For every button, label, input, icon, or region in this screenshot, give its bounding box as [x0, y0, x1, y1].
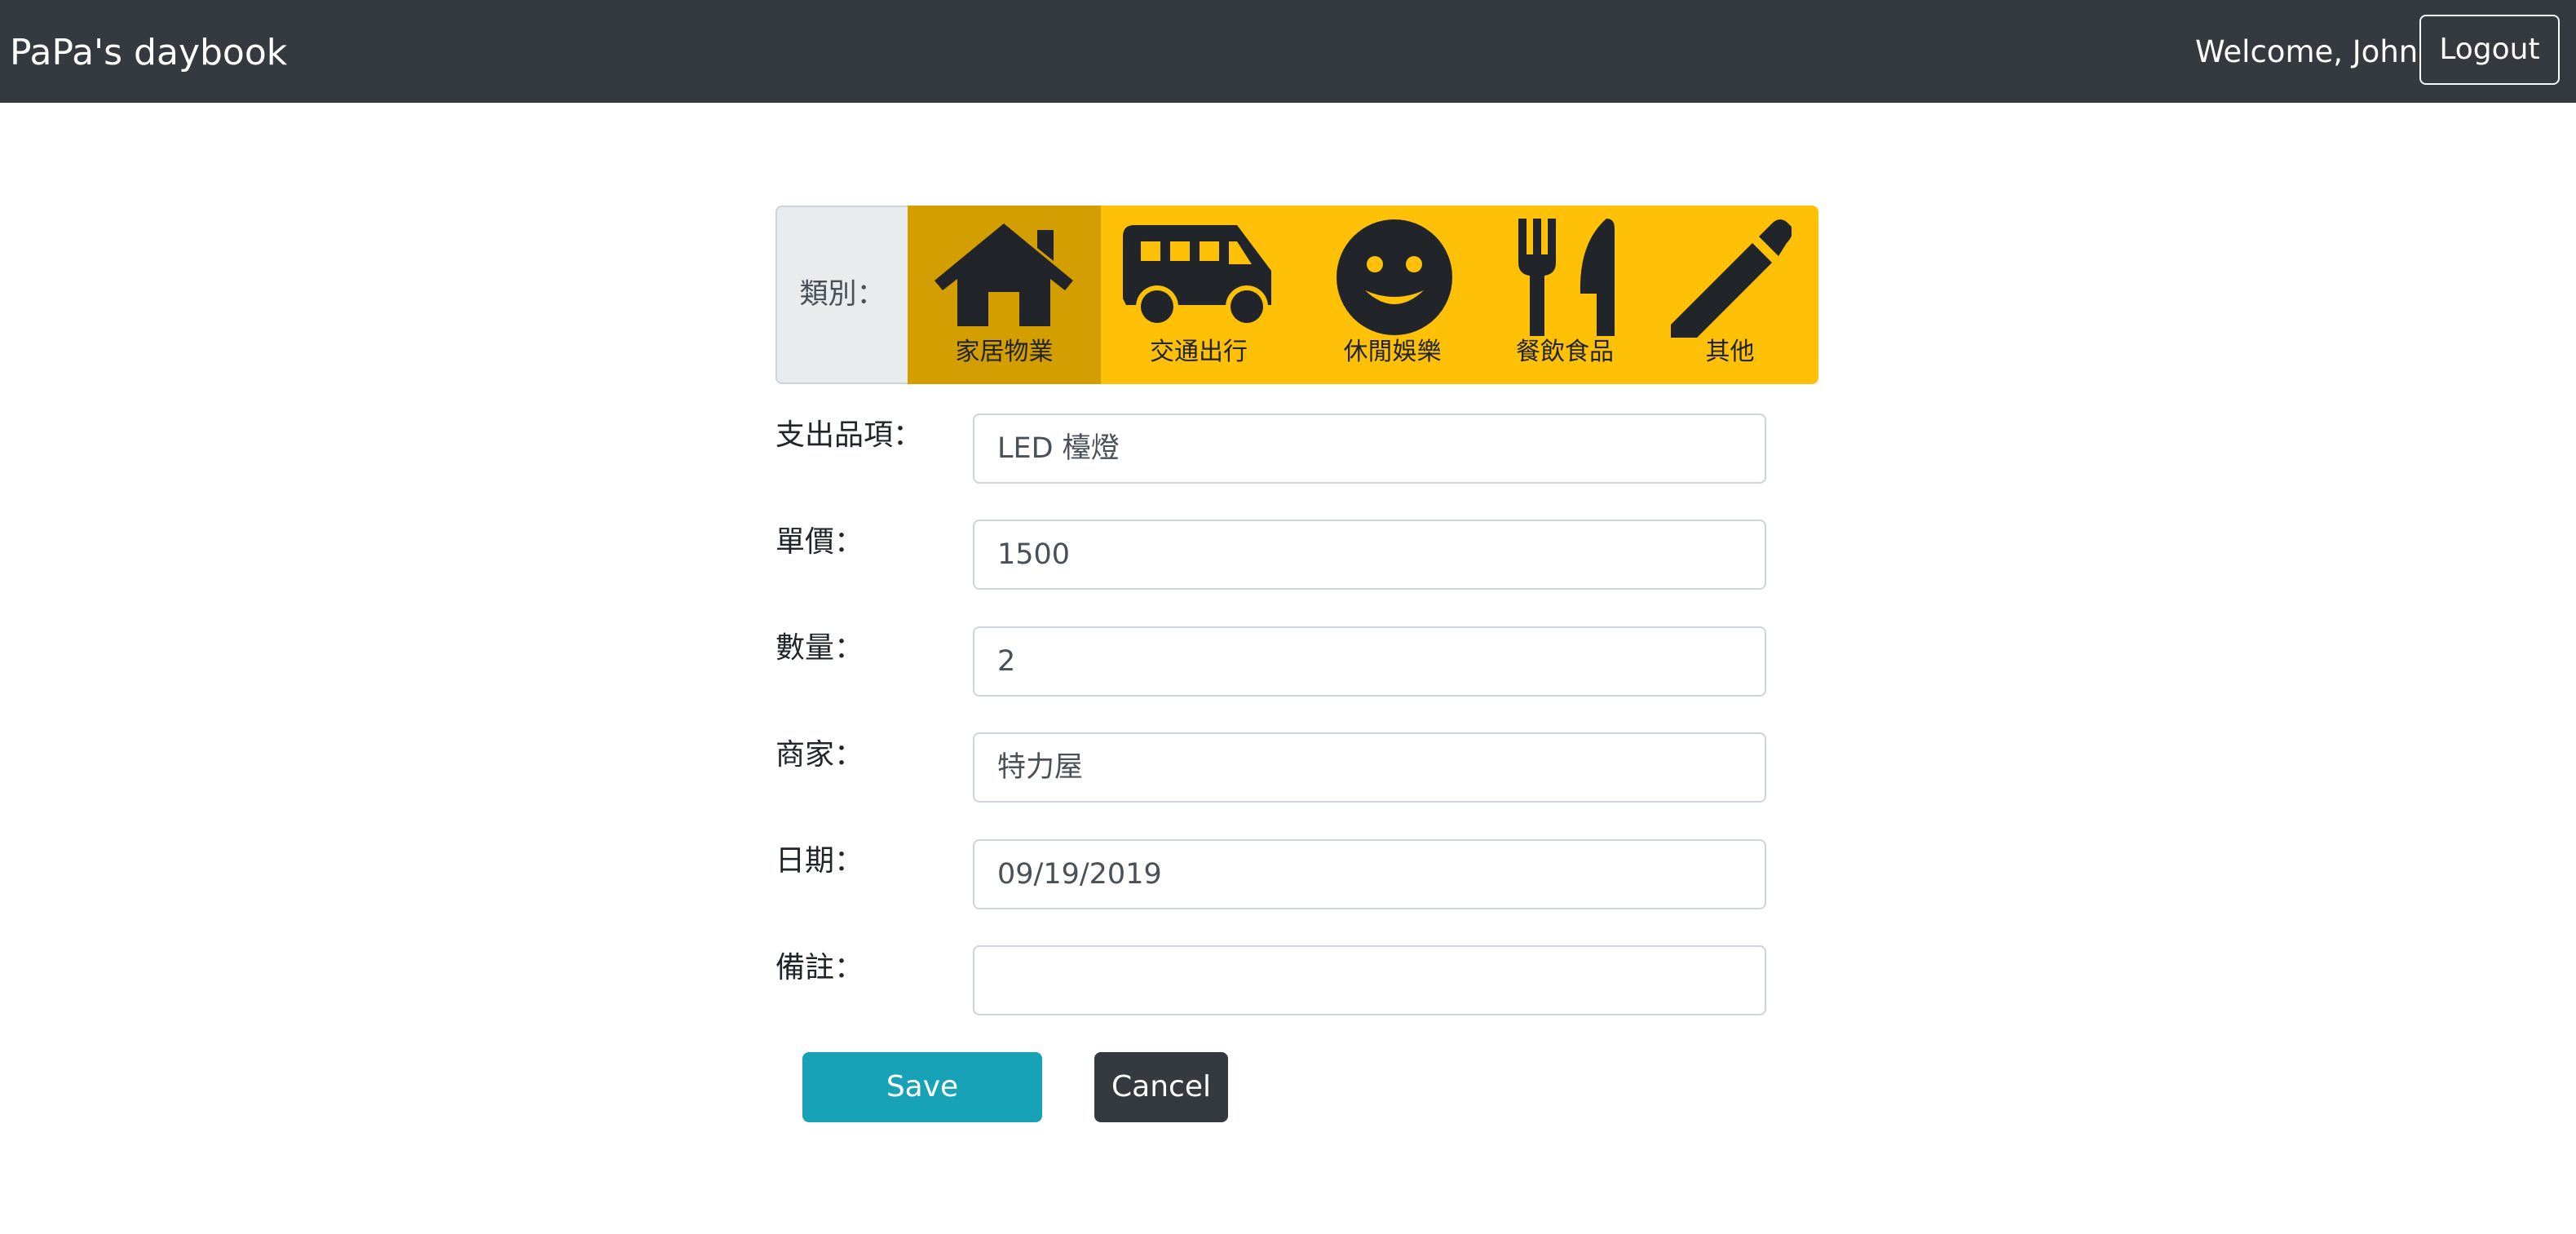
category-option-label: 其他 — [1705, 338, 1755, 366]
cancel-button[interactable]: Cancel — [1094, 1052, 1228, 1122]
navbar: PaPa's daybook Welcome, John Logout — [0, 0, 2576, 103]
pencil-icon — [1671, 219, 1792, 338]
category-option-food[interactable]: 餐飲食品 — [1488, 206, 1641, 384]
logout-button[interactable]: Logout — [2419, 15, 2560, 85]
category-options: 家居物業 交通出行 休閒娛樂 餐飲食品 其他 — [908, 206, 1818, 384]
category-label: 類別： — [775, 206, 908, 384]
merchant-input[interactable]: 特力屋 — [973, 732, 1766, 803]
category-option-label: 交通出行 — [1150, 338, 1248, 366]
item-label: 支出品項： — [775, 418, 923, 452]
date-label: 日期： — [775, 844, 864, 878]
quantity-label: 數量： — [775, 631, 864, 665]
save-button[interactable]: Save — [802, 1052, 1042, 1122]
smile-icon — [1337, 219, 1452, 335]
welcome-text: Welcome, John — [2195, 34, 2419, 69]
category-selector: 類別： 家居物業 交通出行 休閒娛樂 餐飲食品 其他 — [775, 206, 1818, 384]
category-option-label: 休閒娛樂 — [1343, 338, 1442, 366]
utensils-icon — [1518, 219, 1615, 336]
category-option-transport[interactable]: 交通出行 — [1101, 206, 1297, 384]
category-option-label: 餐飲食品 — [1516, 338, 1614, 366]
date-input[interactable]: 09/19/2019 — [973, 839, 1766, 909]
quantity-input[interactable]: 2 — [973, 626, 1766, 697]
category-option-home[interactable]: 家居物業 — [908, 206, 1101, 384]
category-option-leisure[interactable]: 休閒娛樂 — [1297, 206, 1488, 384]
category-option-other[interactable]: 其他 — [1641, 206, 1818, 384]
item-input[interactable]: LED 檯燈 — [973, 414, 1766, 484]
category-option-label: 家居物業 — [955, 338, 1054, 366]
merchant-label: 商家： — [775, 738, 864, 772]
bus-icon — [1123, 225, 1271, 328]
app-brand[interactable]: PaPa's daybook — [10, 29, 287, 77]
note-label: 備註： — [775, 951, 864, 984]
unit-price-input[interactable]: 1500 — [973, 520, 1766, 590]
house-icon — [935, 223, 1073, 326]
note-input[interactable] — [973, 945, 1766, 1015]
unit-price-label: 單價： — [775, 525, 864, 559]
